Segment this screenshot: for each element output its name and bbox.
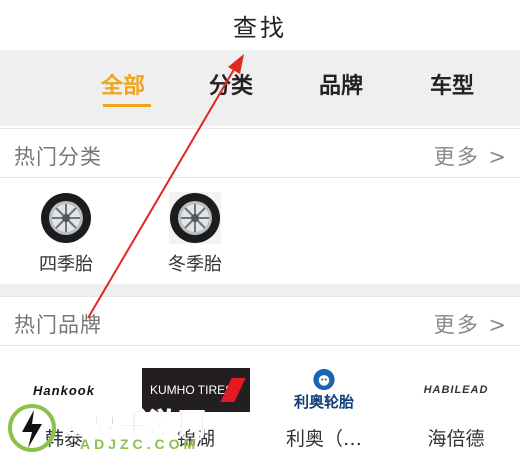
watermark-logo-icon	[8, 404, 56, 452]
hot-categories-header: 热门分类 更多 >	[0, 128, 520, 178]
tab-vehicle-model[interactable]: 车型	[430, 68, 474, 100]
hot-brands-title: 热门品牌	[14, 313, 102, 337]
brand-item-lio[interactable]: 利奥轮胎 利奥（…	[264, 368, 384, 451]
kumho-logo-text: KUMHO TIRES	[150, 383, 234, 397]
section-divider	[0, 284, 520, 296]
tab-brand[interactable]: 品牌	[319, 68, 363, 100]
tab-bar: 全部 分类 品牌 车型	[0, 50, 520, 126]
lio-logo-text: 利奥轮胎	[293, 393, 354, 411]
site-watermark: 爱豆手游网 ADJZC.COM	[6, 398, 256, 458]
category-label: 四季胎	[39, 254, 93, 275]
category-item-all-season[interactable]: 四季胎	[26, 192, 106, 276]
habilead-logo: HABILEAD	[396, 368, 516, 412]
lion-icon	[313, 368, 335, 391]
hot-categories-more-link[interactable]: 更多 >	[434, 141, 508, 171]
lio-logo: 利奥轮胎	[264, 368, 384, 412]
watermark-url: ADJZC.COM	[80, 436, 200, 452]
hot-brands-more-link[interactable]: 更多 >	[434, 309, 508, 339]
page-title: 查找	[233, 13, 287, 42]
tab-category[interactable]: 分类	[209, 68, 253, 100]
hot-brands-header: 热门品牌 更多 >	[0, 296, 520, 346]
tire-icon	[40, 192, 92, 244]
hot-categories-title: 热门分类	[14, 145, 102, 169]
habilead-logo-text: HABILEAD	[423, 384, 489, 396]
page-header: 查找	[0, 0, 520, 50]
brand-label: 海倍德	[427, 428, 485, 450]
tab-all[interactable]: 全部	[101, 68, 145, 100]
brand-label: 利奥（…	[285, 428, 362, 450]
brand-item-habilead[interactable]: HABILEAD 海倍德	[396, 368, 516, 451]
category-label: 冬季胎	[168, 254, 222, 275]
category-item-winter[interactable]: 冬季胎	[155, 192, 235, 276]
active-tab-indicator	[103, 104, 151, 107]
tire-icon	[169, 192, 221, 244]
hankook-logo-text: Hankook	[33, 382, 95, 398]
